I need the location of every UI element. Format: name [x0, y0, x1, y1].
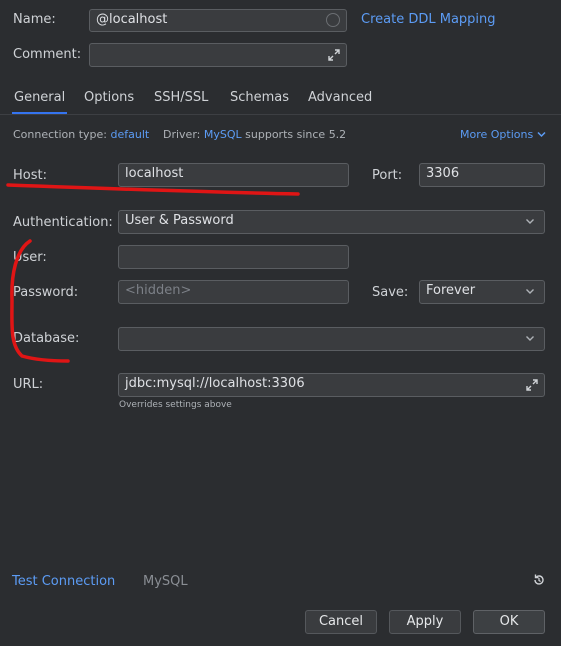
apply-button[interactable]: Apply	[389, 610, 461, 634]
red-underline-mark	[6, 183, 300, 196]
annotation-overlay	[6, 183, 300, 363]
cancel-button[interactable]: Cancel	[305, 610, 377, 634]
driver-name-label: MySQL	[143, 574, 188, 589]
test-connection-link[interactable]: Test Connection	[12, 574, 115, 589]
reset-icon[interactable]	[532, 573, 546, 587]
red-bracket-mark	[10, 239, 70, 363]
ok-button[interactable]: OK	[473, 610, 545, 634]
